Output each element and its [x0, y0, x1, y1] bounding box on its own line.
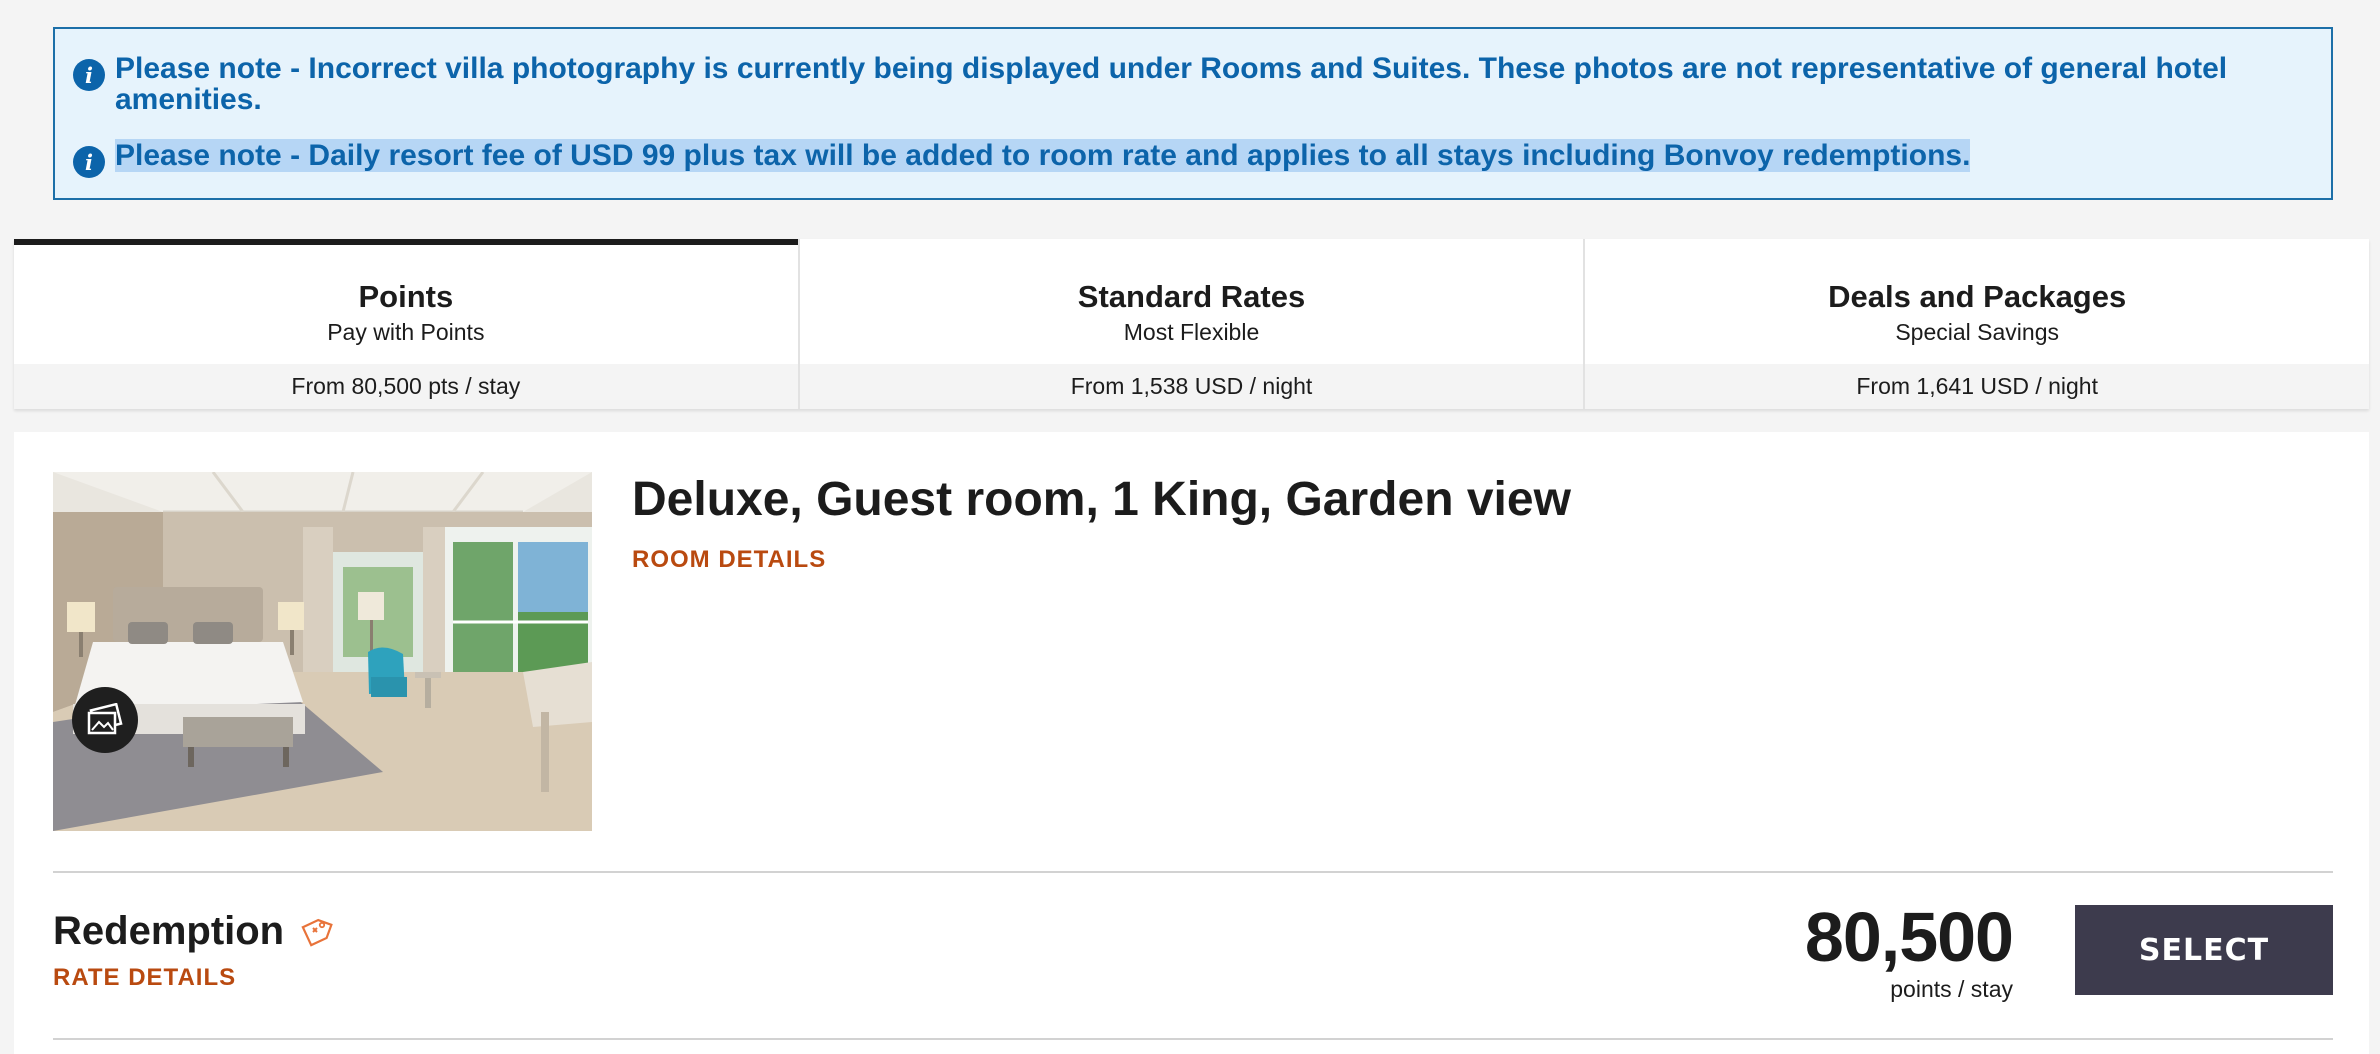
room-details-link[interactable]: ROOM DETAILS — [632, 546, 826, 574]
gallery-button[interactable] — [72, 687, 138, 753]
tab-price: From 1,641 USD / night — [1585, 364, 2370, 409]
gallery-icon — [87, 703, 123, 735]
points-value: 80,500 — [1804, 898, 2014, 976]
notice-text: Please note - Daily resort fee of USD 99… — [115, 139, 2315, 172]
room-photo-illustration — [53, 472, 592, 831]
notice-item: i Please note - Daily resort fee of USD … — [73, 139, 2315, 178]
notice-item: i Please note - Incorrect villa photogra… — [73, 53, 2315, 115]
room-title: Deluxe, Guest room, 1 King, Garden view — [632, 473, 1571, 526]
rate-tabs: Points Pay with Points From 80,500 pts /… — [14, 239, 2370, 409]
rate-name-label: Redemption — [53, 908, 285, 953]
points-unit: points / stay — [1890, 976, 2013, 1002]
tab-subtitle: Special Savings — [1895, 319, 2059, 345]
room-photo[interactable] — [53, 472, 592, 831]
tab-standard-rates[interactable]: Standard Rates Most Flexible From 1,538 … — [799, 239, 1586, 409]
tab-title: Standard Rates — [1077, 279, 1306, 314]
tab-subtitle: Most Flexible — [1123, 319, 1260, 345]
info-icon: i — [73, 146, 105, 178]
divider — [53, 1038, 2333, 1040]
tab-price: From 1,538 USD / night — [799, 364, 1584, 409]
tab-points[interactable]: Points Pay with Points From 80,500 pts /… — [14, 239, 800, 409]
rate-name: Redemption — [53, 902, 334, 960]
notice-text: Please note - Incorrect villa photograph… — [115, 52, 2228, 116]
info-icon: i — [73, 59, 105, 91]
tab-price: From 80,500 pts / stay — [14, 364, 798, 409]
divider — [53, 871, 2333, 873]
rate-details-link[interactable]: RATE DETAILS — [53, 964, 236, 992]
tab-title: Deals and Packages — [1828, 279, 2127, 314]
notice-text-highlighted: Please note - Daily resort fee of USD 99… — [115, 139, 1971, 172]
notice-banner: i Please note - Incorrect villa photogra… — [53, 27, 2333, 200]
tab-subtitle: Pay with Points — [327, 319, 485, 345]
room-card: Deluxe, Guest room, 1 King, Garden view … — [14, 432, 2369, 1054]
price-tag-icon — [298, 914, 334, 960]
select-button[interactable]: SELECT — [2075, 905, 2333, 995]
tab-deals-and-packages[interactable]: Deals and Packages Special Savings From … — [1585, 239, 2370, 409]
tab-title: Points — [358, 279, 454, 314]
